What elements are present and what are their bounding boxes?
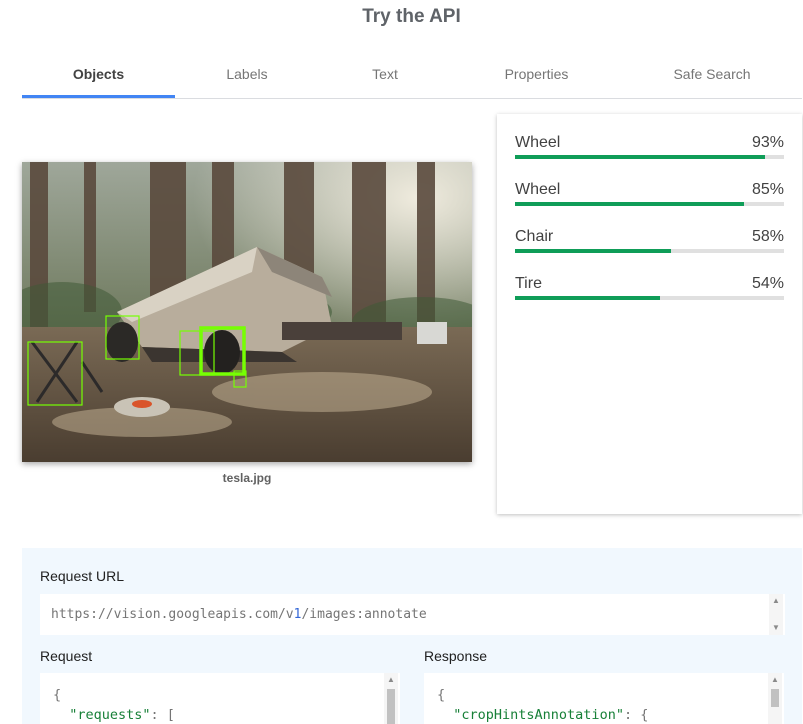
- results-card: Wheel 93% Wheel 85% Chair 58% Tire 54%: [497, 114, 802, 514]
- score-bar-track: [515, 296, 784, 300]
- code-line: {: [53, 687, 62, 703]
- result-score: 93%: [751, 134, 784, 151]
- request-scrollbar[interactable]: ▲: [384, 673, 398, 724]
- result-score: 54%: [751, 275, 784, 292]
- json-key: "cropHintsAnnotation": [453, 707, 624, 723]
- request-url-field[interactable]: https://vision.googleapis.com/v1/images:…: [40, 594, 785, 635]
- url-suffix: /images:annotate: [301, 607, 427, 622]
- result-label: Wheel: [515, 181, 561, 198]
- result-label: Wheel: [515, 134, 561, 151]
- url-prefix: https://vision.googleapis.com/v: [51, 607, 294, 622]
- score-bar-fill: [515, 202, 744, 206]
- json-key: "requests": [69, 707, 151, 723]
- result-score: 85%: [751, 181, 784, 198]
- score-bar-fill: [515, 249, 672, 253]
- url-scrollbar[interactable]: ▲ ▼: [769, 594, 783, 635]
- response-label: Response: [424, 648, 488, 664]
- api-panel: Request URL https://vision.googleapis.co…: [22, 548, 802, 724]
- scroll-up-icon[interactable]: ▲: [384, 673, 398, 687]
- result-label: Chair: [515, 228, 554, 245]
- result-item: Wheel 85%: [515, 181, 784, 221]
- page-title: Try the API: [362, 6, 461, 27]
- json-punct: : [: [150, 707, 175, 723]
- tab-text[interactable]: Text: [319, 50, 451, 98]
- scroll-up-icon[interactable]: ▲: [768, 673, 782, 687]
- score-bar-fill: [515, 155, 766, 159]
- score-bar-track: [515, 202, 784, 206]
- score-bar-track: [515, 155, 784, 159]
- response-scrollbar[interactable]: ▲: [768, 673, 782, 724]
- result-item: Tire 54%: [515, 275, 784, 315]
- result-item: Chair 58%: [515, 228, 784, 268]
- scroll-thumb[interactable]: [387, 689, 395, 724]
- scroll-thumb[interactable]: [771, 689, 779, 707]
- feature-tabs: Objects Labels Text Properties Safe Sear…: [22, 50, 802, 99]
- result-item: Wheel 93%: [515, 134, 784, 174]
- scroll-down-icon[interactable]: ▼: [769, 621, 783, 635]
- result-label: Tire: [515, 275, 542, 292]
- analyzed-image: [22, 162, 472, 462]
- json-punct: : {: [623, 707, 649, 723]
- request-label: Request: [40, 648, 93, 664]
- scroll-up-icon[interactable]: ▲: [769, 594, 783, 608]
- code-line: "requests": [: [53, 707, 175, 723]
- score-bar-fill: [515, 296, 661, 300]
- request-url-label: Request URL: [40, 568, 125, 584]
- tab-properties[interactable]: Properties: [451, 50, 622, 98]
- code-line: {: [437, 687, 446, 703]
- request-editor[interactable]: { "requests": [: [40, 673, 400, 724]
- response-viewer[interactable]: { "cropHintsAnnotation": {: [424, 673, 784, 724]
- tab-objects[interactable]: Objects: [22, 50, 175, 98]
- tab-labels[interactable]: Labels: [175, 50, 319, 98]
- score-bar-track: [515, 249, 784, 253]
- active-tab-indicator: [22, 95, 175, 98]
- forest-scene-illustration: [22, 162, 472, 462]
- result-score: 58%: [751, 228, 784, 245]
- tab-safe-search[interactable]: Safe Search: [622, 50, 802, 98]
- code-line: "cropHintsAnnotation": {: [437, 707, 648, 723]
- image-filename: tesla.jpg: [222, 471, 272, 485]
